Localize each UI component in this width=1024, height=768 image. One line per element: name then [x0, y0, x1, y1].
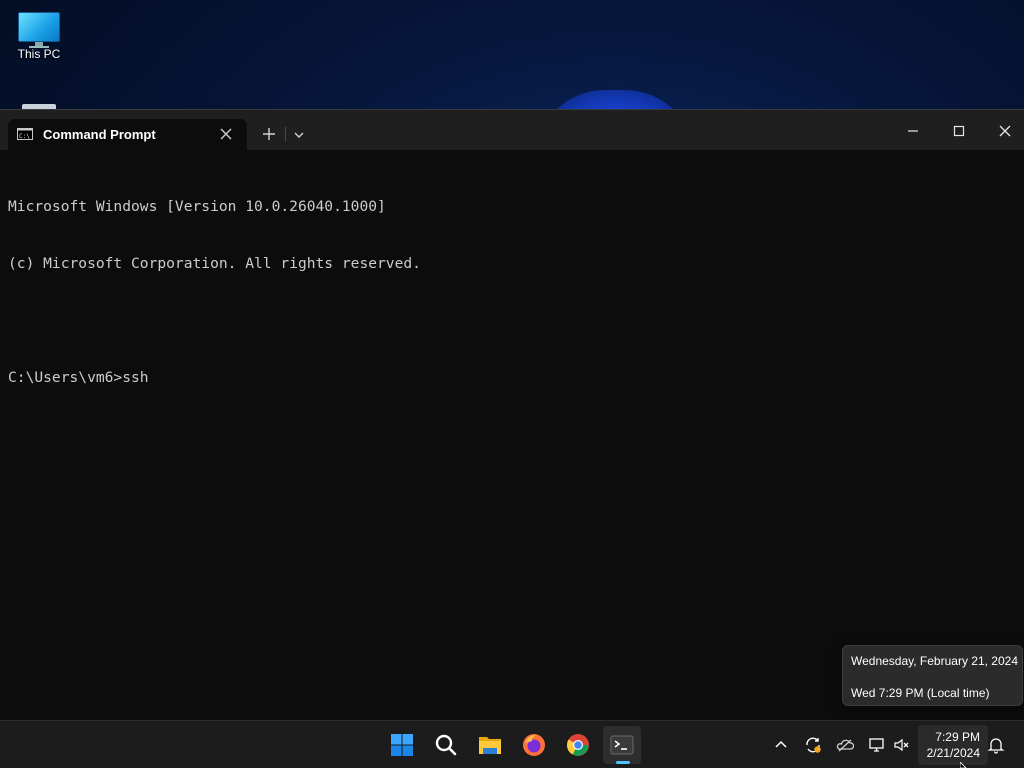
folder-icon: [479, 737, 501, 754]
console-prompt-line: C:\Users\vm6>ssh: [8, 369, 149, 386]
close-icon[interactable]: [217, 125, 235, 143]
tab-command-prompt[interactable]: C:\ Command Prompt: [8, 119, 247, 150]
firefox-icon: [523, 734, 545, 756]
tab-title: Command Prompt: [43, 127, 156, 142]
chevron-down-icon[interactable]: [290, 126, 308, 144]
terminal-window: C:\ Command Prompt Microsoft Windows [Ve…: [0, 109, 1024, 720]
divider: [285, 127, 286, 141]
minimize-icon[interactable]: [902, 120, 924, 142]
search-icon: [435, 734, 457, 756]
file-explorer-button[interactable]: [471, 726, 509, 764]
plus-icon[interactable]: [259, 124, 279, 144]
network-icon[interactable]: [868, 736, 886, 754]
clock-tooltip: Wednesday, February 21, 2024 Wed 7:29 PM…: [842, 645, 1023, 706]
clock-time: 7:29 PM: [935, 730, 980, 744]
maximize-icon[interactable]: [948, 120, 970, 142]
cmd-icon: C:\: [17, 128, 33, 140]
title-bar[interactable]: C:\ Command Prompt: [0, 110, 1024, 150]
desktop: This PC C:\ Command Prompt Microsoft Win…: [0, 0, 1024, 768]
bell-icon[interactable]: [987, 736, 1005, 754]
console-output[interactable]: Microsoft Windows [Version 10.0.26040.10…: [8, 159, 1016, 720]
start-button[interactable]: [383, 726, 421, 764]
desktop-icon-this-pc[interactable]: This PC: [8, 8, 70, 61]
taskbar: 7:29 PM 2/21/2024: [0, 720, 1024, 768]
clock-date: 2/21/2024: [926, 746, 980, 760]
onedrive-icon[interactable]: [836, 736, 854, 754]
tooltip-local-time: Wed 7:29 PM (Local time): [851, 686, 990, 700]
console-line: Microsoft Windows [Version 10.0.26040.10…: [8, 198, 386, 215]
taskbar-clock[interactable]: 7:29 PM 2/21/2024: [918, 725, 988, 765]
close-icon[interactable]: [994, 120, 1016, 142]
terminal-icon: [610, 735, 634, 755]
firefox-button[interactable]: [515, 726, 553, 764]
running-indicator: [616, 761, 630, 764]
chrome-icon: [567, 734, 589, 756]
monitor-icon: [18, 12, 60, 48]
chrome-button[interactable]: [559, 726, 597, 764]
sync-icon[interactable]: [804, 736, 822, 754]
volume-muted-icon[interactable]: [893, 736, 911, 754]
console-line: (c) Microsoft Corporation. All rights re…: [8, 255, 421, 272]
desktop-icon-label: This PC: [17, 47, 61, 61]
svg-text:C:\: C:\: [19, 133, 30, 140]
mouse-cursor-icon: [960, 762, 967, 768]
terminal-button[interactable]: [603, 726, 641, 764]
chevron-up-icon[interactable]: [772, 736, 790, 754]
tooltip-date: Wednesday, February 21, 2024: [851, 654, 1018, 668]
windows-start-icon: [391, 734, 413, 756]
search-button[interactable]: [427, 726, 465, 764]
